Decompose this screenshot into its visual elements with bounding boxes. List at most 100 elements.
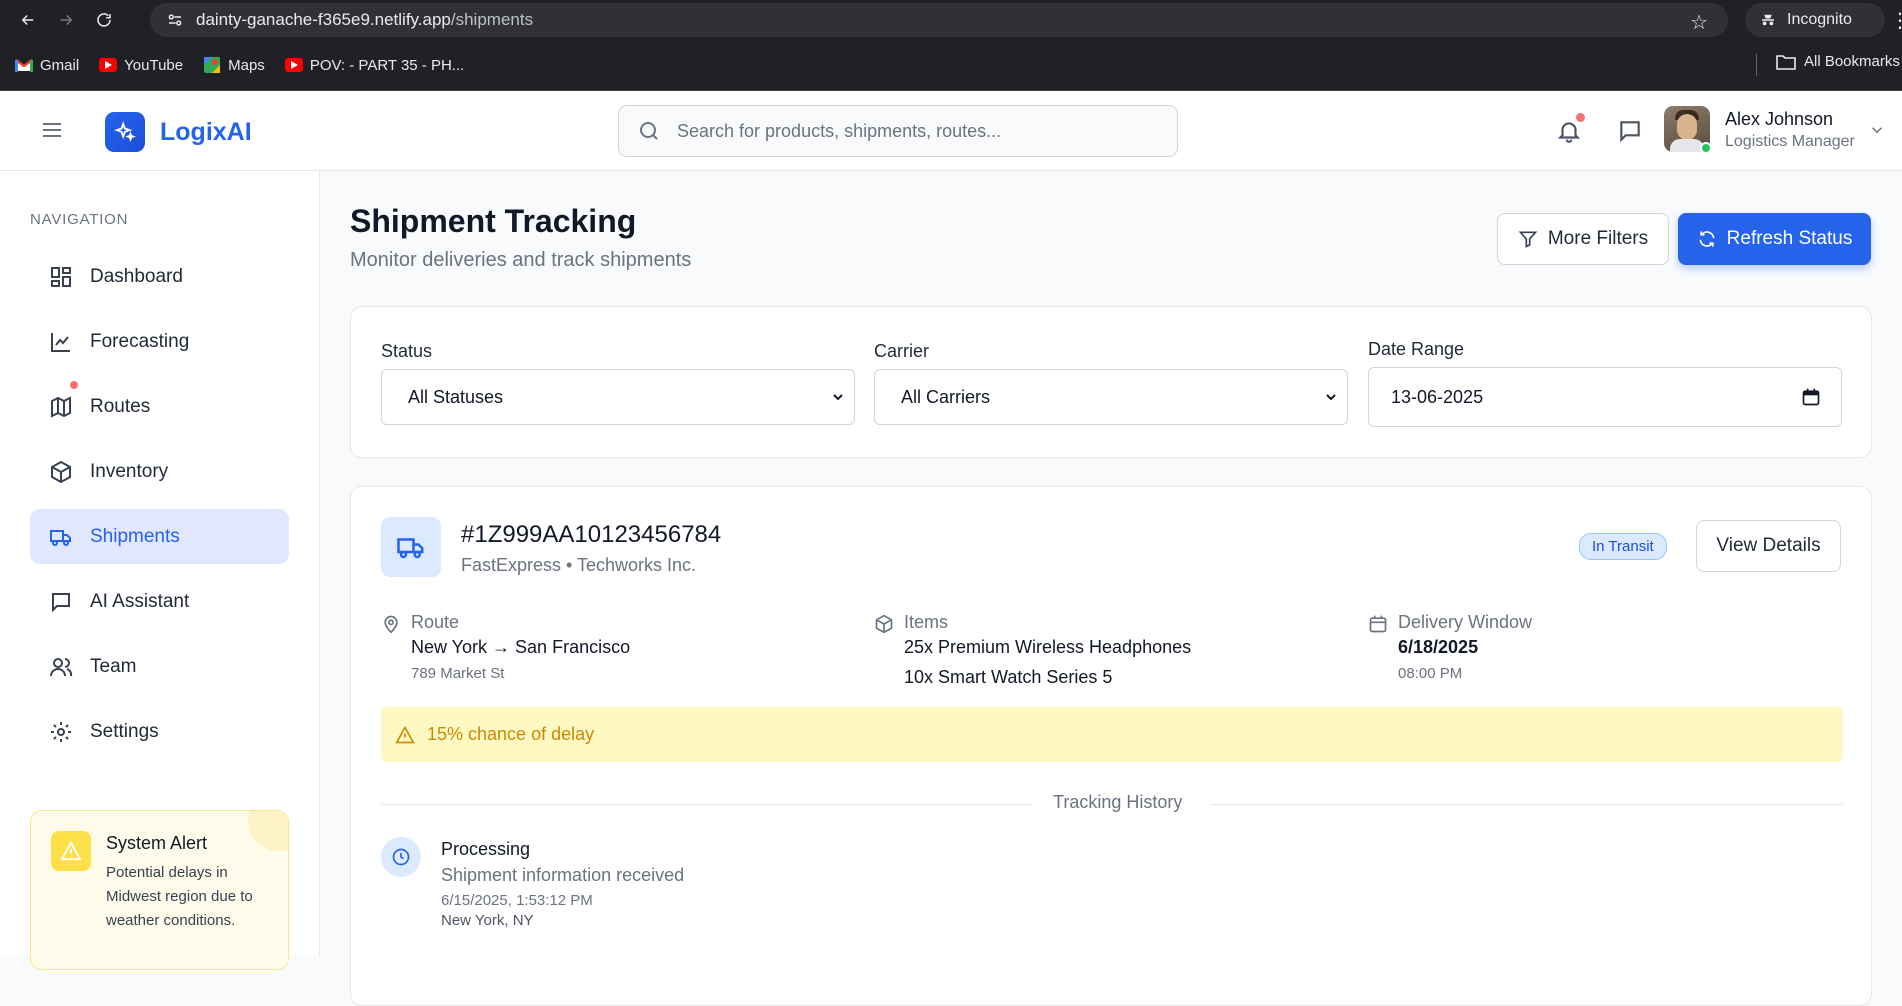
truck-icon xyxy=(50,529,71,546)
maps-icon xyxy=(203,57,221,73)
bookmark-label: POV: - PART 35 - PH... xyxy=(309,56,465,74)
date-range-label: Date Range xyxy=(1368,339,1465,359)
users-icon xyxy=(50,657,73,676)
delay-warning: 15% chance of delay xyxy=(381,707,1843,762)
chart-line-icon xyxy=(51,332,70,352)
items-info: Items 25x Premium Wireless Headphones 10… xyxy=(874,612,1354,692)
delivery-date: 6/18/2025 xyxy=(1398,637,1479,657)
calendar-icon xyxy=(1369,615,1387,633)
bell-icon[interactable] xyxy=(1556,118,1582,144)
sidebar-item-settings[interactable]: Settings xyxy=(30,704,289,759)
date-range-input[interactable]: 13-06-2025 xyxy=(1368,367,1842,427)
bookmark-youtube[interactable]: YouTube xyxy=(99,57,183,74)
bookmark-label: Gmail xyxy=(40,56,80,74)
sidebar-item-shipments[interactable]: Shipments xyxy=(30,509,289,564)
site-info-icon[interactable] xyxy=(158,3,192,37)
brand-name[interactable]: LogixAI xyxy=(160,118,252,147)
filter-icon xyxy=(1518,231,1538,248)
warning-icon xyxy=(395,725,415,743)
sidebar-item-label: Routes xyxy=(90,395,151,417)
box-icon xyxy=(875,614,893,634)
sidebar-item-label: Dashboard xyxy=(90,265,183,287)
sidebar-item-label: Settings xyxy=(90,720,159,742)
user-role: Logistics Manager xyxy=(1725,133,1855,150)
sidebar-item-team[interactable]: Team xyxy=(30,639,289,694)
alert-title: System Alert xyxy=(106,833,208,853)
search-input[interactable] xyxy=(677,120,1147,142)
all-bookmarks[interactable]: All Bookmarks xyxy=(1776,53,1900,70)
item-line: 25x Premium Wireless Headphones xyxy=(904,637,1192,657)
folder-icon xyxy=(1776,54,1796,70)
bookmark-label: Maps xyxy=(228,56,265,74)
sidebar-item-label: Forecasting xyxy=(90,330,190,352)
messages-icon[interactable] xyxy=(1617,118,1643,144)
app-header: LogixAI Alex Johnson Logistics Manager xyxy=(0,91,1902,171)
youtube-icon xyxy=(99,58,118,72)
history-description: Shipment information received xyxy=(441,865,685,885)
sidebar-item-ai-assistant[interactable]: AI Assistant xyxy=(30,574,289,629)
alert-text: Potential delays in Midwest region due t… xyxy=(106,864,253,929)
route-address: 789 Market St xyxy=(411,665,505,682)
sidebar-item-inventory[interactable]: Inventory xyxy=(30,444,289,499)
routes-notification-dot xyxy=(70,381,78,389)
refresh-status-button[interactable]: Refresh Status xyxy=(1678,213,1871,265)
status-badge: In Transit xyxy=(1579,533,1667,560)
sidebar: NAVIGATION Dashboard Forecasting Routes … xyxy=(0,171,320,970)
bookmark-pov-video[interactable]: POV: - PART 35 - PH... xyxy=(284,56,465,74)
carrier-select-value: All Carriers xyxy=(901,386,991,407)
bookmark-star-icon[interactable]: ☆ xyxy=(1690,10,1708,35)
browser-toolbar: dainty-ganache-f365e9.netlify.app/shipme… xyxy=(0,0,1902,40)
bookmark-label: YouTube xyxy=(124,56,184,74)
more-filters-label: More Filters xyxy=(1547,228,1649,249)
status-select[interactable]: All Statuses xyxy=(381,369,855,425)
bookmarks-divider xyxy=(1756,54,1757,76)
gmail-icon xyxy=(15,58,33,72)
sidebar-item-forecasting[interactable]: Forecasting xyxy=(30,314,289,369)
nav-section-title: NAVIGATION xyxy=(30,211,129,228)
box-icon xyxy=(51,460,71,483)
status-select-value: All Statuses xyxy=(408,386,504,407)
map-icon xyxy=(51,395,71,418)
app-root: LogixAI Alex Johnson Logistics Manager N… xyxy=(0,91,1902,1006)
user-name[interactable]: Alex Johnson xyxy=(1725,109,1833,130)
history-status: Processing xyxy=(441,839,531,859)
more-filters-button[interactable]: More Filters xyxy=(1497,213,1669,265)
dashboard-icon xyxy=(51,266,71,287)
page-title: Shipment Tracking xyxy=(350,203,637,239)
shipment-card: #1Z999AA10123456784 FastExpress • Techwo… xyxy=(350,486,1872,1006)
page-subtitle: Monitor deliveries and track shipments xyxy=(350,249,692,271)
incognito-label: Incognito xyxy=(1787,11,1852,28)
carrier-select[interactable]: All Carriers xyxy=(874,369,1348,425)
reload-icon[interactable] xyxy=(94,10,114,30)
menu-icon[interactable] xyxy=(40,118,64,142)
calendar-icon[interactable] xyxy=(1801,387,1821,407)
delay-text: 15% chance of delay xyxy=(427,724,595,744)
forward-icon[interactable] xyxy=(56,10,76,30)
bookmark-gmail[interactable]: Gmail xyxy=(15,57,79,74)
carrier-filter-label: Carrier xyxy=(874,341,930,361)
gear-icon xyxy=(51,721,71,742)
view-details-button[interactable]: View Details xyxy=(1696,520,1841,572)
bookmark-maps[interactable]: Maps xyxy=(203,57,265,74)
route-value: New York → San Francisco xyxy=(411,637,631,657)
sidebar-item-label: Shipments xyxy=(90,525,180,547)
search-bar[interactable] xyxy=(618,105,1178,157)
incognito-icon xyxy=(1762,14,1774,26)
browser-menu-icon[interactable]: ⋮ xyxy=(1890,8,1902,33)
address-bar[interactable]: dainty-ganache-f365e9.netlify.app/shipme… xyxy=(150,3,1728,37)
sidebar-item-dashboard[interactable]: Dashboard xyxy=(30,249,289,304)
history-timestamp: 6/15/2025, 1:53:12 PM xyxy=(441,892,593,909)
chevron-down-icon[interactable] xyxy=(1868,121,1886,139)
warning-icon xyxy=(51,831,91,871)
all-bookmarks-label: All Bookmarks xyxy=(1804,53,1900,70)
back-icon[interactable] xyxy=(18,10,38,30)
incognito-indicator[interactable]: Incognito xyxy=(1745,3,1885,37)
search-icon xyxy=(640,122,658,140)
carrier-client: FastExpress • Techworks Inc. xyxy=(461,555,697,575)
delivery-window-info: Delivery Window 6/18/2025 08:00 PM xyxy=(1368,612,1828,692)
sidebar-item-routes[interactable]: Routes xyxy=(30,379,289,434)
tracking-number: #1Z999AA10123456784 xyxy=(461,521,722,548)
sidebar-item-label: Team xyxy=(90,655,137,677)
chevron-down-icon xyxy=(833,394,843,401)
status-filter-label: Status xyxy=(381,341,433,361)
